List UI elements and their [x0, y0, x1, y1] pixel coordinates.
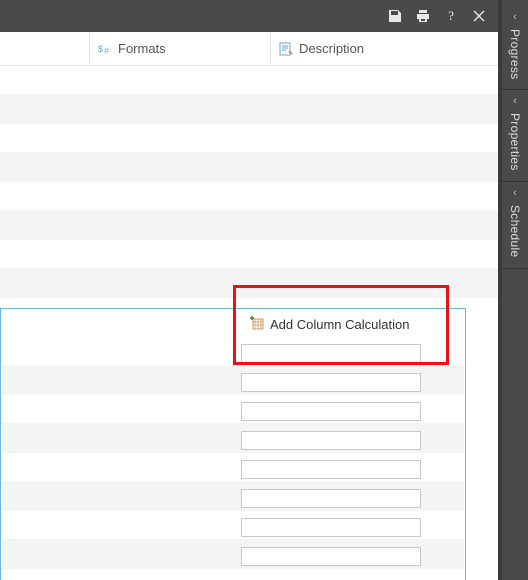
rail-item-label: Schedule — [508, 205, 522, 257]
rail-item-properties[interactable]: ‹ Properties — [502, 90, 528, 181]
save-button[interactable] — [382, 3, 408, 29]
chevron-left-icon: ‹ — [513, 12, 517, 23]
grid-row — [0, 182, 498, 211]
description-input[interactable] — [241, 489, 421, 508]
description-inputs — [241, 344, 421, 566]
grid-body: Add Column Calculation #,###.00 — [0, 66, 498, 580]
rail-item-progress[interactable]: ‹ Progress — [502, 6, 528, 89]
add-column-calc-icon — [250, 316, 264, 333]
grid-row — [0, 66, 498, 95]
chevron-left-icon: ‹ — [513, 188, 517, 199]
header-formats-label: Formats — [118, 41, 166, 56]
main-panel: ? $# Formats Description — [0, 0, 498, 580]
add-column-calculation[interactable]: Add Column Calculation — [250, 316, 409, 333]
header-description[interactable]: Description — [270, 32, 498, 65]
svg-text:?: ? — [448, 8, 454, 23]
side-rail: ‹ Progress ‹ Properties ‹ Schedule — [502, 0, 528, 580]
grid-row — [0, 124, 498, 153]
description-input[interactable] — [241, 373, 421, 392]
description-input[interactable] — [241, 518, 421, 537]
description-icon — [279, 42, 293, 56]
print-button[interactable] — [410, 3, 436, 29]
header-description-label: Description — [299, 41, 364, 56]
rail-item-schedule[interactable]: ‹ Schedule — [502, 182, 528, 267]
svg-text:#: # — [104, 46, 109, 56]
toolbar: ? — [0, 0, 498, 32]
rail-item-label: Properties — [508, 113, 522, 171]
grid-row — [2, 569, 464, 580]
formats-icon: $# — [98, 42, 112, 56]
selection-panel: Add Column Calculation #,###.00 — [0, 308, 466, 580]
description-input[interactable] — [241, 402, 421, 421]
grid-row — [0, 95, 498, 124]
grid-row — [0, 240, 498, 269]
grid-row — [0, 269, 498, 298]
column-headers: $# Formats Description — [0, 32, 498, 66]
print-icon — [415, 8, 431, 24]
chevron-left-icon: ‹ — [513, 96, 517, 107]
description-input[interactable] — [241, 431, 421, 450]
save-icon — [387, 8, 403, 24]
grid-row — [0, 211, 498, 240]
help-button[interactable]: ? — [438, 3, 464, 29]
svg-text:$: $ — [98, 44, 103, 54]
description-input[interactable] — [241, 547, 421, 566]
rail-item-label: Progress — [508, 29, 522, 79]
header-formats[interactable]: $# Formats — [89, 32, 270, 65]
rail-separator — [502, 268, 528, 269]
close-icon — [471, 8, 487, 24]
description-input[interactable] — [241, 460, 421, 479]
help-icon: ? — [443, 8, 459, 24]
add-column-calc-label: Add Column Calculation — [270, 317, 409, 332]
close-button[interactable] — [466, 3, 492, 29]
grid-row — [0, 153, 498, 182]
description-input[interactable] — [241, 344, 421, 363]
